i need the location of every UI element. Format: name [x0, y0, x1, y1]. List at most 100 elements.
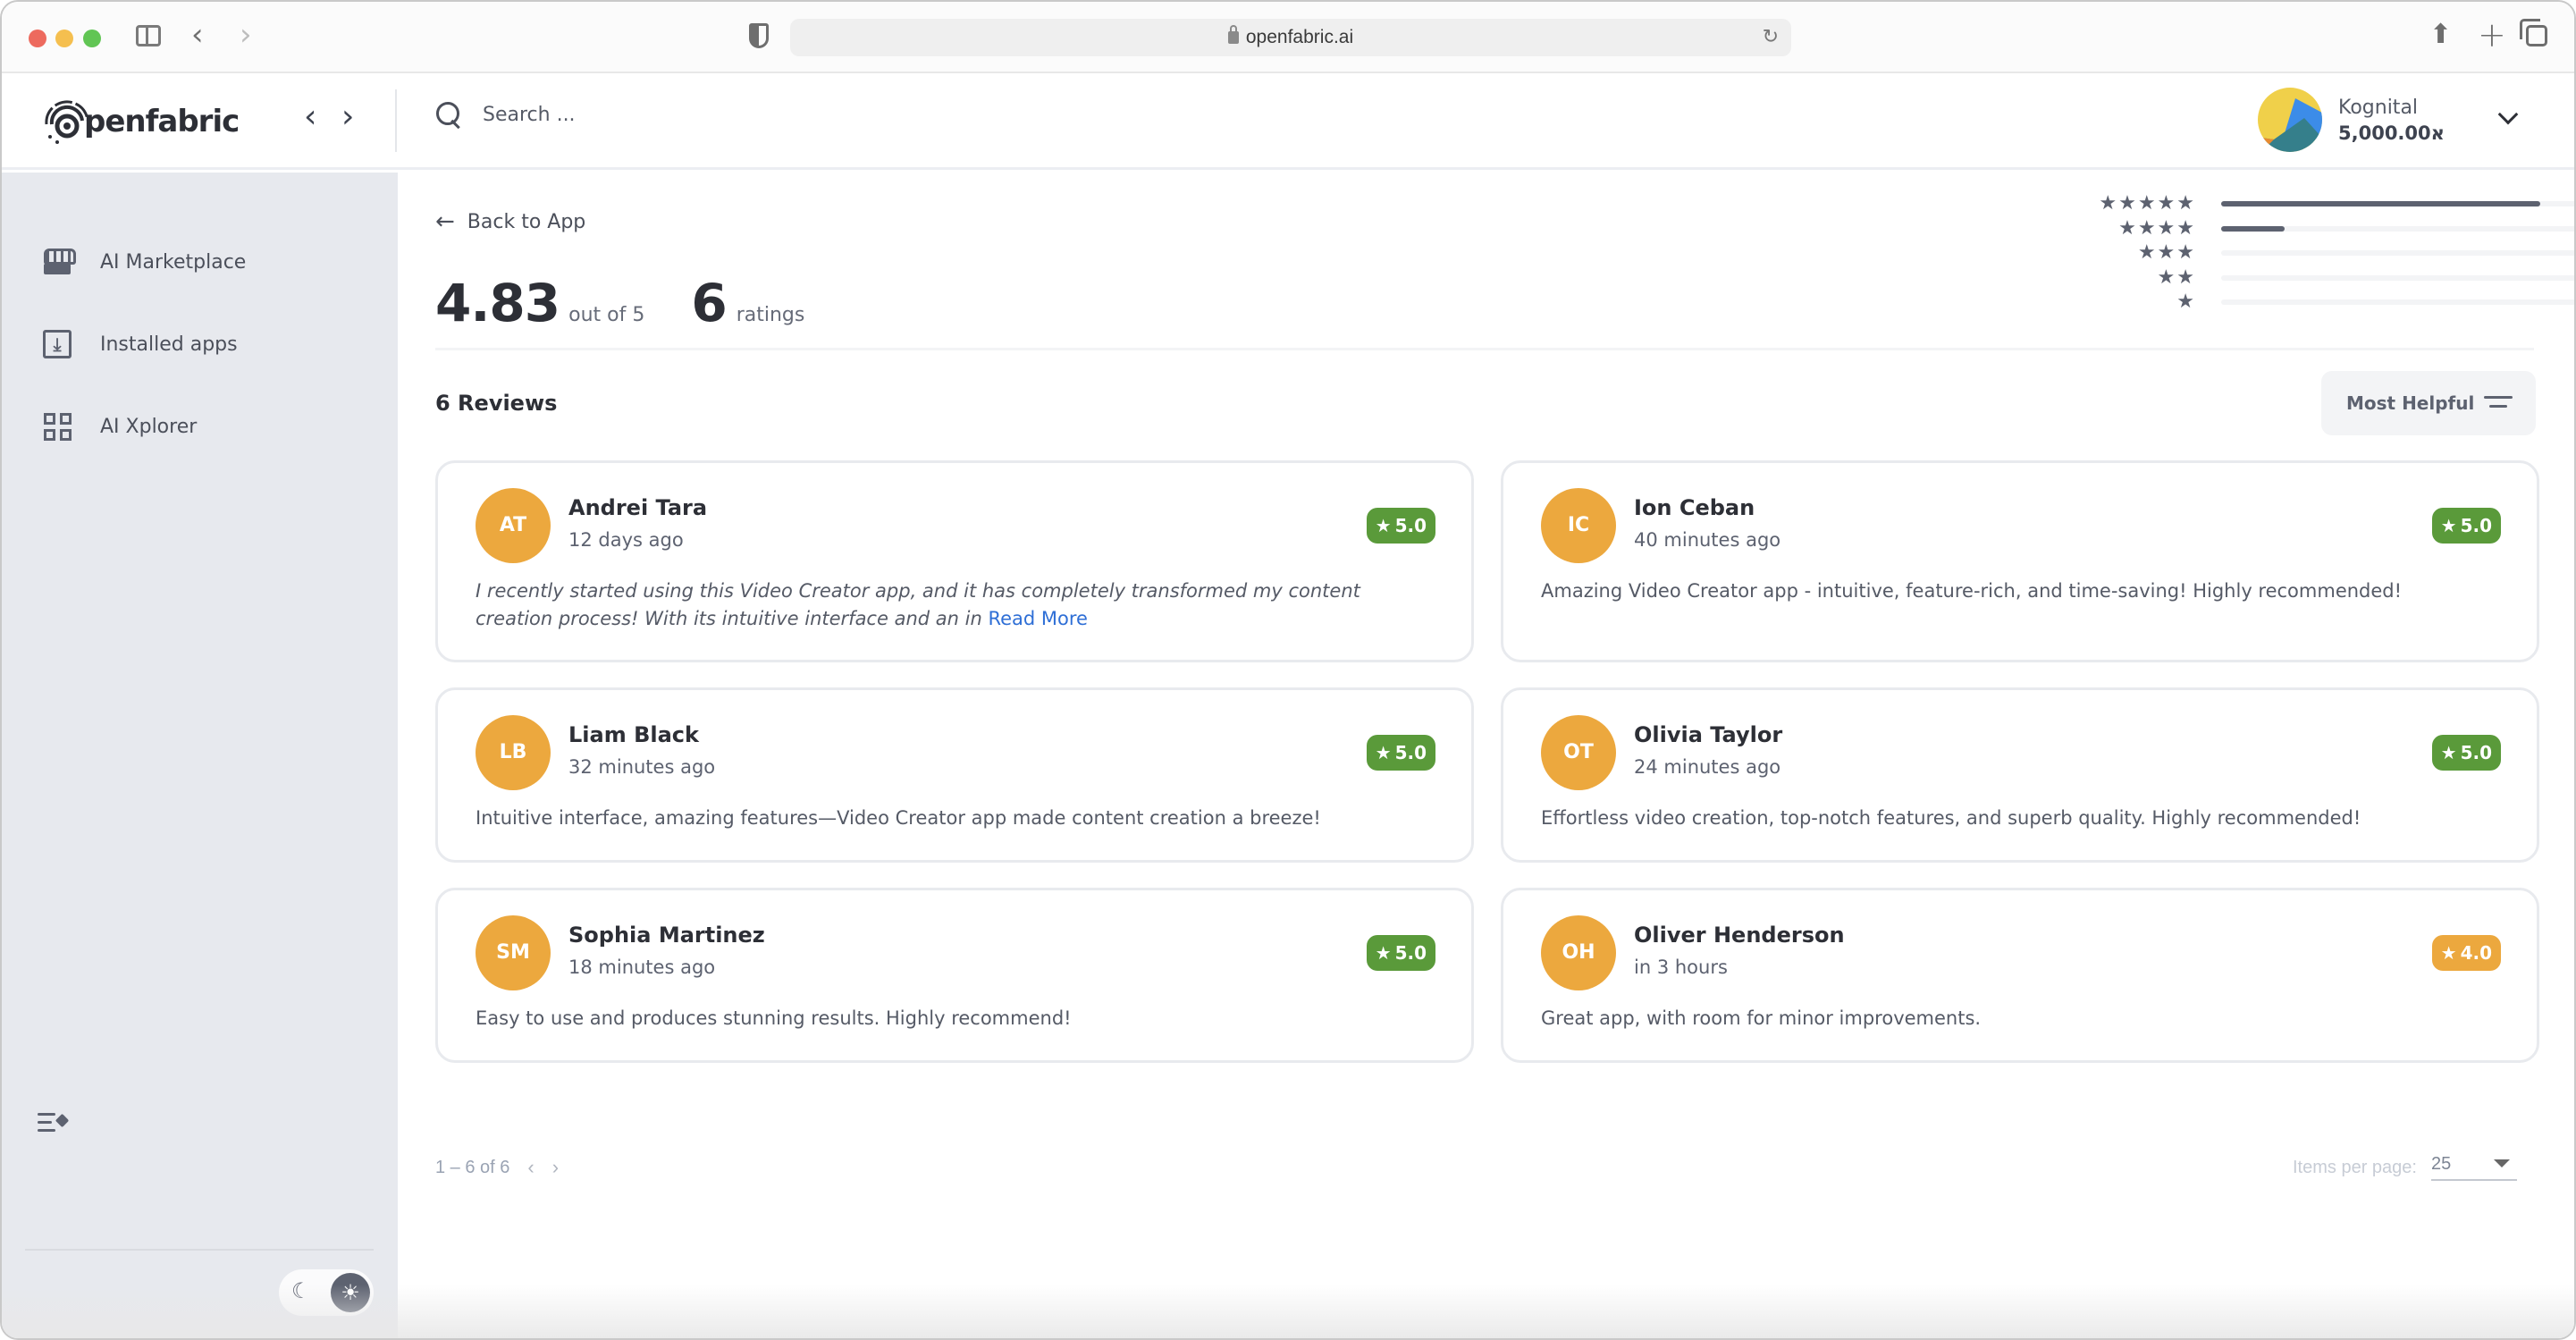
star-icon: ★ — [2440, 942, 2457, 964]
star-icons: ★★ — [2157, 265, 2196, 289]
sidebar-item-ai-marketplace[interactable]: AI Marketplace — [43, 248, 246, 276]
theme-toggle[interactable]: ☾ ☀ — [279, 1269, 374, 1316]
moon-icon[interactable]: ☾ — [291, 1278, 311, 1303]
star-icon: ★ — [2440, 742, 2457, 763]
review-text: Amazing Video Creator app - intuitive, f… — [1541, 577, 2483, 605]
user-account[interactable]: Kognital 5,000.00א — [2258, 88, 2445, 152]
download-box-icon — [43, 330, 72, 358]
review-text: Effortless video creation, top-notch fea… — [1541, 805, 2483, 832]
app-back-icon[interactable]: ‹ — [304, 98, 316, 135]
user-avatar — [2258, 88, 2322, 152]
rating-badge: ★ 5.0 — [1366, 735, 1435, 771]
review-card: IC Ion Ceban 40 minutes ago ★ 5.0 Amazing Vid… — [1501, 460, 2539, 662]
privacy-shield-icon[interactable] — [749, 23, 769, 48]
review-time: 40 minutes ago — [1634, 529, 1781, 551]
back-to-app-link[interactable]: ← Back to App — [435, 208, 585, 235]
star-icon: ★ — [1375, 742, 1392, 763]
review-card: OH Oliver Henderson in 3 hours ★ 4.0 Great ap… — [1501, 888, 2539, 1063]
review-card: AT Andrei Tara 12 days ago ★ 5.0 I recently s… — [435, 460, 1474, 662]
pagination: 1 – 6 of 6 ‹ › — [435, 1156, 559, 1179]
tab-overview-icon[interactable] — [2520, 19, 2547, 46]
star-icons: ★ — [2176, 291, 2196, 313]
rating-value: 5.0 — [2460, 515, 2492, 536]
sidebar: AI Marketplace Installed apps AI Xplorer — [2, 173, 398, 1338]
sidebar-item-label: Installed apps — [100, 333, 238, 356]
app-forward-icon[interactable]: › — [341, 98, 354, 135]
sidebar-item-ai-xplorer[interactable]: AI Xplorer — [43, 412, 197, 441]
items-per-page-label: Items per page: — [2293, 1157, 2417, 1177]
review-body: I recently started using this Video Crea… — [476, 580, 1360, 629]
reload-icon[interactable]: ↻ — [1763, 26, 1779, 48]
user-balance: 5,000.00א — [2338, 122, 2445, 144]
star-icon: ★ — [2440, 515, 2457, 536]
summary-divider — [435, 348, 2534, 350]
rating-value: 5.0 — [1394, 515, 1427, 536]
rating-badge: ★ 4.0 — [2431, 935, 2501, 971]
read-more-link[interactable]: Read More — [988, 608, 1088, 629]
distribution-row: ★★★ — [1998, 241, 2574, 266]
reviews-page: ← Back to App 4.83 out of 5 6 ratings ★★… — [398, 173, 2574, 1338]
review-body: Effortless video creation, top-notch fea… — [1541, 807, 2361, 829]
chevron-down-icon[interactable] — [2497, 104, 2519, 125]
reviewer-name: Andrei Tara — [568, 495, 708, 520]
minimize-window-button[interactable] — [55, 29, 73, 47]
header-divider — [395, 89, 397, 152]
distribution-bar-track — [2221, 274, 2574, 281]
reviewer-avatar: LB — [476, 715, 551, 790]
browser-sidebar-icon[interactable] — [136, 25, 161, 46]
rating-badge: ★ 5.0 — [1366, 508, 1435, 544]
browser-forward-icon[interactable]: › — [240, 20, 252, 50]
rating-badge: ★ 5.0 — [1366, 935, 1435, 971]
sun-icon[interactable]: ☀ — [331, 1273, 370, 1312]
sidebar-item-installed-apps[interactable]: Installed apps — [43, 330, 238, 358]
sort-button[interactable]: Most Helpful — [2321, 371, 2536, 435]
rating-badge: ★ 5.0 — [2431, 508, 2501, 544]
next-page-button[interactable]: › — [552, 1156, 559, 1179]
rating-distribution: ★★★★★ ★★★★ ★★★ ★★ ★ — [1998, 192, 2574, 316]
new-tab-icon[interactable]: + — [2478, 18, 2506, 52]
openfabric-logo[interactable]: penfabric — [43, 95, 240, 148]
collapse-sidebar-icon[interactable] — [38, 1110, 70, 1135]
reviewer-name: Ion Ceban — [1634, 495, 1755, 520]
distribution-bar-track — [2221, 225, 2574, 232]
reviewer-name: Olivia Taylor — [1634, 722, 1783, 747]
items-per-page-select[interactable]: 25 — [2430, 1154, 2517, 1181]
close-window-button[interactable] — [29, 29, 46, 47]
browser-back-icon[interactable]: ‹ — [191, 20, 204, 50]
reviewer-avatar: IC — [1541, 488, 1616, 563]
search-input[interactable] — [483, 103, 840, 126]
reviewer-avatar: OH — [1541, 915, 1616, 990]
rating-value: 4.0 — [2460, 942, 2492, 964]
address-bar[interactable]: openfabric.ai ↻ — [790, 19, 1791, 56]
pagination-range: 1 – 6 of 6 — [435, 1157, 510, 1177]
star-icon: ★ — [1375, 942, 1392, 964]
previous-page-button[interactable]: ‹ — [527, 1156, 534, 1179]
maximize-window-button[interactable] — [83, 29, 101, 47]
star-icons: ★★★★★ — [2099, 192, 2196, 215]
review-card: OT Olivia Taylor 24 minutes ago ★ 5.0 Effortl… — [1501, 687, 2539, 863]
rating-value: 5.0 — [2460, 742, 2492, 763]
sidebar-divider — [25, 1249, 374, 1251]
user-name: Kognital — [2338, 96, 2419, 119]
review-card: SM Sophia Martinez 18 minutes ago ★ 5.0 Easy … — [435, 888, 1474, 1063]
review-text: Great app, with room for minor improveme… — [1541, 1005, 2483, 1032]
distribution-bar-track — [2221, 250, 2574, 256]
review-body: Amazing Video Creator app - intuitive, f… — [1541, 580, 2403, 602]
review-time: 32 minutes ago — [568, 756, 716, 778]
rating-summary: 4.83 out of 5 6 ratings — [435, 273, 804, 333]
distribution-bar-track — [2221, 299, 2574, 305]
reviewer-name: Sophia Martinez — [568, 923, 765, 948]
url-text: openfabric.ai — [1245, 27, 1354, 47]
reviewer-avatar: AT — [476, 488, 551, 563]
search-bar — [434, 100, 840, 129]
distribution-row: ★★★★★ — [1998, 192, 2574, 217]
reviewer-avatar: SM — [476, 915, 551, 990]
grid-icon — [43, 412, 72, 441]
review-time: 12 days ago — [568, 529, 684, 551]
sort-label: Most Helpful — [2346, 392, 2475, 414]
share-icon[interactable]: ⬆ — [2429, 21, 2452, 48]
review-card: LB Liam Black 32 minutes ago ★ 5.0 Intuitive … — [435, 687, 1474, 863]
reviews-count-heading: 6 Reviews — [435, 391, 558, 416]
rating-value: 5.0 — [1394, 742, 1427, 763]
lock-icon — [1227, 25, 1239, 44]
